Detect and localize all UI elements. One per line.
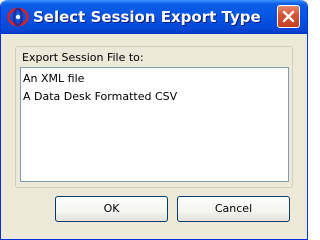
close-button[interactable] — [277, 5, 300, 28]
app-logo-icon — [7, 7, 29, 27]
cancel-button[interactable]: Cancel — [177, 196, 290, 222]
list-item-xml[interactable]: An XML file — [23, 70, 84, 88]
title-bar[interactable]: Select Session Export Type — [1, 0, 307, 34]
close-icon — [282, 10, 295, 23]
export-group: Export Session File to: An XML file A Da… — [15, 46, 293, 188]
list-item-csv[interactable]: A Data Desk Formatted CSV — [23, 88, 177, 106]
group-label: Export Session File to: — [22, 51, 144, 64]
dialog-body: Export Session File to: An XML file A Da… — [4, 34, 304, 237]
export-type-list[interactable]: An XML file A Data Desk Formatted CSV — [20, 67, 289, 182]
window-title: Select Session Export Type — [33, 8, 261, 26]
dialog-window: Select Session Export Type Export Sessio… — [0, 0, 308, 240]
ok-button[interactable]: OK — [55, 196, 168, 222]
